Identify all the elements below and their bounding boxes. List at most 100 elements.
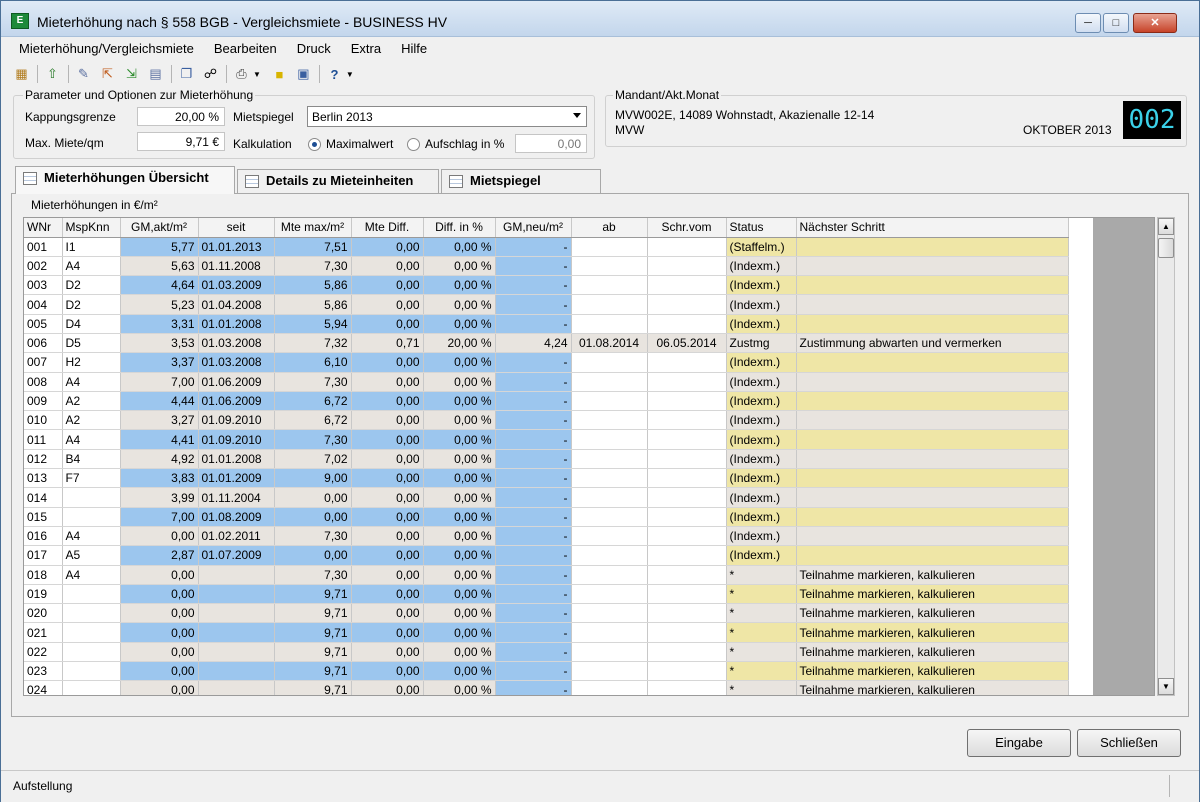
table-cell[interactable]	[571, 449, 648, 470]
table-row[interactable]: 008 A4 7,00 01.06.2009 7,30 0,00 0,00 % - (Index…	[24, 372, 1069, 392]
table-cell[interactable]: A5	[62, 545, 121, 566]
column-header[interactable]: Schr.vom	[647, 218, 727, 238]
table-cell[interactable]	[62, 507, 121, 527]
schliessen-button[interactable]: Schließen	[1077, 729, 1181, 757]
table-cell[interactable]	[571, 372, 648, 392]
table-cell[interactable]	[647, 622, 727, 643]
table-row[interactable]: 013 F7 3,83 01.01.2009 9,00 0,00 0,00 % - (Index…	[24, 468, 1069, 489]
table-cell[interactable]	[571, 352, 648, 373]
table-cell[interactable]	[647, 391, 727, 412]
table-cell[interactable]	[647, 449, 727, 470]
column-header[interactable]: Mte Diff.	[351, 218, 424, 238]
table-cell[interactable]	[62, 642, 121, 663]
table-cell[interactable]	[571, 487, 648, 508]
column-header[interactable]: seit	[198, 218, 275, 238]
table-cell[interactable]	[647, 584, 727, 605]
table-cell[interactable]: A4	[62, 256, 121, 277]
table-cell[interactable]	[571, 526, 648, 547]
column-header[interactable]: GM,neu/m²	[495, 218, 572, 238]
table-cell[interactable]	[571, 294, 648, 315]
export-button[interactable]: ⇱	[97, 64, 118, 85]
table-cell[interactable]	[62, 622, 121, 643]
table-row[interactable]: 004 D2 5,23 01.04.2008 5,86 0,00 0,00 % - (Index…	[24, 294, 1069, 315]
table-cell[interactable]: D5	[62, 333, 121, 354]
table-cell[interactable]	[62, 680, 121, 695]
table-cell[interactable]: H2	[62, 352, 121, 373]
table-cell[interactable]	[571, 410, 648, 431]
table-row[interactable]: 002 A4 5,63 01.11.2008 7,30 0,00 0,00 % - (Index…	[24, 256, 1069, 277]
table-row[interactable]: 022 0,00 9,71 0,00 0,00 % - * Teilnahme markier…	[24, 642, 1069, 663]
table-cell[interactable]	[571, 391, 648, 412]
table-cell[interactable]	[647, 410, 727, 431]
table-cell[interactable]: A4	[62, 526, 121, 547]
table-cell[interactable]	[571, 584, 648, 605]
table-row[interactable]: 003 D2 4,64 01.03.2009 5,86 0,00 0,00 % - (Index…	[24, 275, 1069, 296]
vertical-scrollbar[interactable]: ▲ ▼	[1157, 217, 1175, 696]
table-row[interactable]: 024 0,00 9,71 0,00 0,00 % - * Teilnahme markier…	[24, 680, 1069, 695]
table-cell[interactable]	[647, 294, 727, 315]
table-cell[interactable]	[647, 603, 727, 624]
scroll-down-button[interactable]: ▼	[1158, 678, 1174, 695]
help-dropdown-icon[interactable]: ▼	[346, 70, 354, 79]
table-row[interactable]: 011 A4 4,41 01.09.2010 7,30 0,00 0,00 % - (Index…	[24, 429, 1069, 450]
table-row[interactable]: 001 I1 5,77 01.01.2013 7,51 0,00 0,00 % - (Staff…	[24, 237, 1069, 257]
table-cell[interactable]	[571, 237, 648, 257]
column-header[interactable]: MspKnn	[62, 218, 121, 238]
table-row[interactable]: 018 A4 0,00 7,30 0,00 0,00 % - * Teilnahme marki…	[24, 565, 1069, 585]
tab-uebersicht[interactable]: Mieterhöhungen Übersicht	[15, 166, 235, 194]
table-cell[interactable]	[647, 565, 727, 585]
column-header[interactable]: WNr	[24, 218, 63, 238]
table-row[interactable]: 009 A2 4,44 01.06.2009 6,72 0,00 0,00 % - (Index…	[24, 391, 1069, 412]
table-cell[interactable]: B4	[62, 449, 121, 470]
table-cell[interactable]	[647, 526, 727, 547]
table-row[interactable]: 021 0,00 9,71 0,00 0,00 % - * Teilnahme markier…	[24, 622, 1069, 643]
table-cell[interactable]	[571, 468, 648, 489]
table-cell[interactable]: D4	[62, 314, 121, 334]
copy-button[interactable]: ❐	[176, 64, 197, 85]
table-cell[interactable]: A4	[62, 565, 121, 585]
table-cell[interactable]	[647, 468, 727, 489]
table-cell[interactable]	[571, 314, 648, 334]
note-button[interactable]: ■	[269, 64, 290, 85]
close-button[interactable]: ✕	[1133, 13, 1177, 33]
table-row[interactable]: 006 D5 3,53 01.03.2008 7,32 0,71 20,00 % 4,24 01…	[24, 333, 1069, 354]
import-button[interactable]: ⇲	[121, 64, 142, 85]
table-cell[interactable]	[571, 507, 648, 527]
minimize-button[interactable]: ─	[1075, 13, 1101, 33]
table-cell[interactable]: A2	[62, 410, 121, 431]
table-row[interactable]: 010 A2 3,27 01.09.2010 6,72 0,00 0,00 % - (Index…	[24, 410, 1069, 431]
table-cell[interactable]	[647, 256, 727, 277]
table-cell[interactable]	[571, 429, 648, 450]
table-cell[interactable]	[62, 603, 121, 624]
table-cell[interactable]	[571, 275, 648, 296]
radio-maximalwert-label[interactable]: Maximalwert	[326, 137, 393, 151]
table-cell[interactable]	[571, 545, 648, 566]
scroll-thumb[interactable]	[1158, 238, 1174, 258]
table-cell[interactable]	[647, 680, 727, 695]
table-row[interactable]: 019 0,00 9,71 0,00 0,00 % - * Teilnahme markier…	[24, 584, 1069, 605]
help-button[interactable]: ?	[324, 64, 345, 85]
table-row[interactable]: 023 0,00 9,71 0,00 0,00 % - * Teilnahme markier…	[24, 661, 1069, 682]
preview-button[interactable]: ▣	[293, 64, 314, 85]
table-cell[interactable]	[571, 642, 648, 663]
search-button[interactable]: ☍	[200, 64, 221, 85]
table-cell[interactable]: A4	[62, 372, 121, 392]
table-cell[interactable]	[647, 429, 727, 450]
table-cell[interactable]	[62, 584, 121, 605]
properties-button[interactable]: ▦	[11, 64, 32, 85]
menu-hilfe[interactable]: Hilfe	[391, 39, 437, 59]
maximize-button[interactable]: □	[1103, 13, 1129, 33]
table-cell[interactable]: A2	[62, 391, 121, 412]
scroll-up-button[interactable]: ▲	[1158, 218, 1174, 235]
table-cell[interactable]	[647, 275, 727, 296]
tab-details[interactable]: Details zu Mieteinheiten	[237, 169, 439, 193]
eingabe-button[interactable]: Eingabe	[967, 729, 1071, 757]
table-cell[interactable]: A4	[62, 429, 121, 450]
document-button[interactable]: ▤	[145, 64, 166, 85]
table-cell[interactable]	[647, 352, 727, 373]
table-row[interactable]: 016 A4 0,00 01.02.2011 7,30 0,00 0,00 % - (Index…	[24, 526, 1069, 547]
table-cell[interactable]	[571, 603, 648, 624]
mietspiegel-select[interactable]: Berlin 2013	[307, 106, 587, 127]
column-header[interactable]: GM,akt/m²	[120, 218, 199, 238]
table-row[interactable]: 012 B4 4,92 01.01.2008 7,02 0,00 0,00 % - (Index…	[24, 449, 1069, 470]
